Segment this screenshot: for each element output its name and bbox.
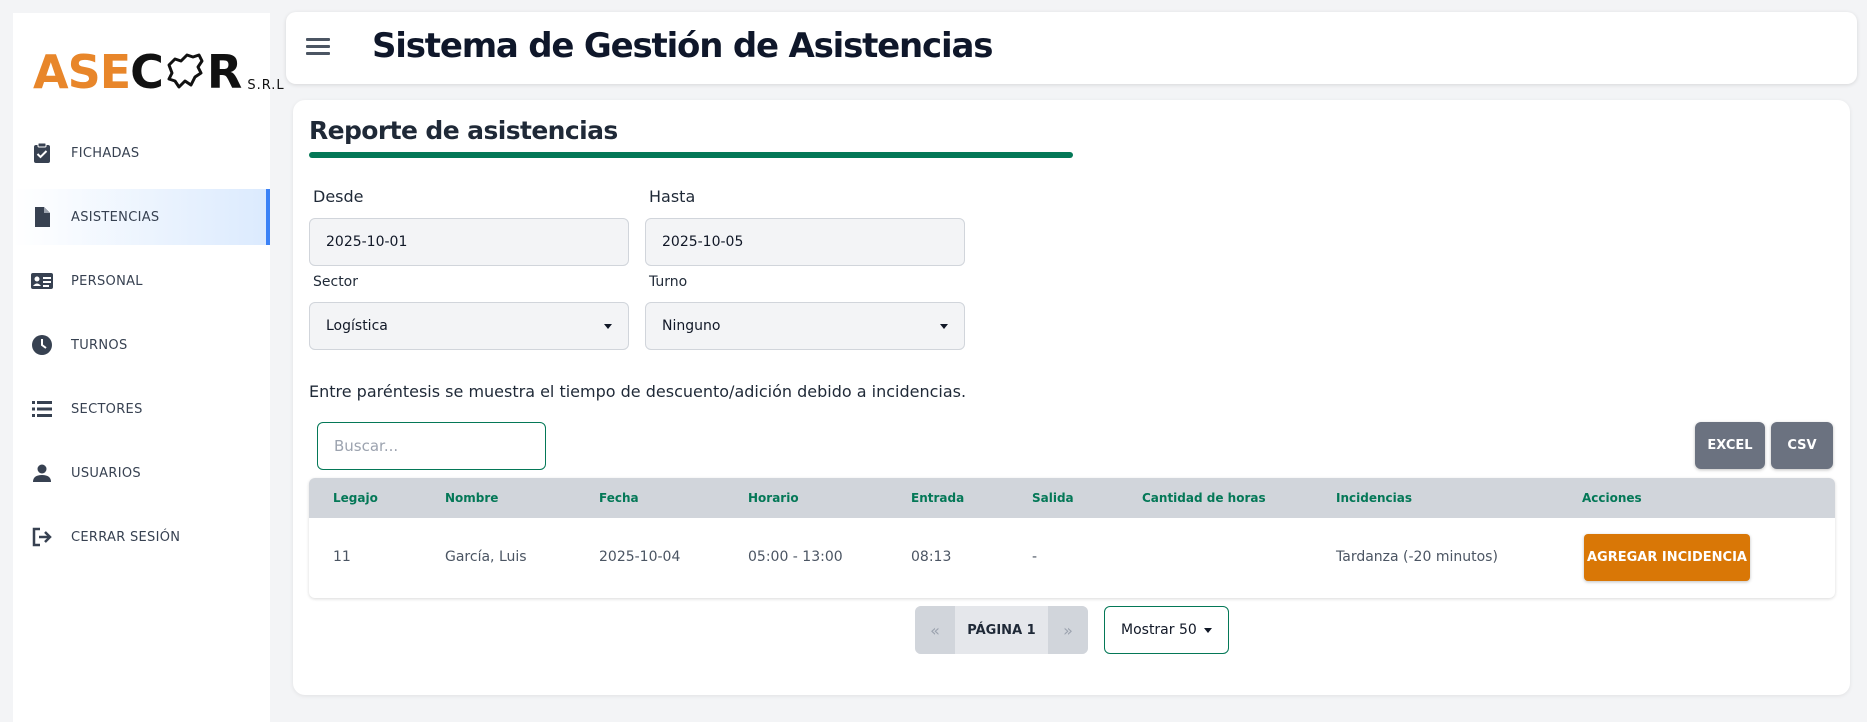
sector-select-value: Logística — [326, 318, 388, 334]
id-card-icon — [30, 269, 54, 293]
sidebar-item-personal[interactable]: PERSONAL — [13, 253, 270, 309]
page-size-select[interactable]: Mostrar 50 — [1104, 606, 1229, 654]
chevron-down-icon — [940, 324, 948, 329]
column-header-salida[interactable]: Salida — [1032, 491, 1074, 505]
logo-suffix: S.R.L — [247, 78, 285, 93]
desde-label: Desde — [313, 187, 364, 206]
sidebar-item-label: TURNOS — [71, 337, 128, 353]
cell-salida: - — [1032, 549, 1038, 565]
column-header-entrada[interactable]: Entrada — [911, 491, 964, 505]
turno-label: Turno — [649, 274, 688, 290]
logo-text-ase: ASE — [33, 45, 131, 99]
person-icon — [30, 461, 54, 485]
cell-nombre: García, Luis — [445, 549, 527, 565]
pagination: « PÁGINA 1 » — [915, 606, 1088, 654]
column-header-fecha[interactable]: Fecha — [599, 491, 639, 505]
logo-text-cor: C R — [130, 45, 242, 99]
column-header-incidencias[interactable]: Incidencias — [1336, 491, 1412, 505]
sidebar-nav: FICHADAS ASISTENCIAS PERSONAL TURNOS SEC… — [13, 125, 270, 573]
top-header: Sistema de Gestión de Asistencias — [286, 12, 1857, 84]
clipboard-check-icon — [30, 141, 54, 165]
add-incidencia-button[interactable]: AGREGAR INCIDENCIA — [1584, 534, 1750, 581]
turno-select[interactable]: Ninguno — [645, 302, 965, 350]
export-csv-button[interactable]: CSV — [1771, 422, 1833, 469]
sidebar-item-label: ASISTENCIAS — [71, 209, 160, 225]
logout-icon — [30, 525, 54, 549]
attendance-table: Legajo Nombre Fecha Horario Entrada Sali… — [309, 478, 1835, 598]
table-header: Legajo Nombre Fecha Horario Entrada Sali… — [309, 478, 1835, 518]
cell-entrada: 08:13 — [911, 549, 952, 565]
page-size-value: Mostrar 50 — [1121, 622, 1197, 638]
map-outline-icon — [167, 53, 204, 89]
sidebar-item-asistencias[interactable]: ASISTENCIAS — [13, 189, 270, 245]
sector-label: Sector — [313, 274, 359, 290]
column-header-nombre[interactable]: Nombre — [445, 491, 498, 505]
column-header-acciones: Acciones — [1582, 491, 1642, 505]
document-icon — [30, 205, 54, 229]
report-title: Reporte de asistencias — [309, 116, 618, 145]
incidencias-info-text: Entre paréntesis se muestra el tiempo de… — [309, 382, 967, 401]
sidebar-item-cerrar-sesion[interactable]: CERRAR SESIÓN — [13, 509, 270, 565]
cell-fecha: 2025-10-04 — [599, 549, 681, 565]
search-input[interactable] — [317, 422, 546, 470]
page-indicator: PÁGINA 1 — [967, 622, 1036, 638]
cell-incidencias: Tardanza (-20 minutos) — [1336, 549, 1498, 565]
company-logo: ASE C R S.R.L — [33, 35, 285, 95]
column-header-horario[interactable]: Horario — [748, 491, 799, 505]
column-header-cantidad-horas[interactable]: Cantidad de horas — [1142, 491, 1266, 505]
clock-icon — [30, 333, 54, 357]
sidebar-item-turnos[interactable]: TURNOS — [13, 317, 270, 373]
hasta-label: Hasta — [649, 187, 696, 206]
list-icon — [30, 397, 54, 421]
sector-select[interactable]: Logística — [309, 302, 629, 350]
logo-text-c: C — [130, 45, 164, 99]
sidebar-item-label: CERRAR SESIÓN — [71, 529, 181, 545]
title-underline — [309, 152, 1073, 158]
cell-horario: 05:00 - 13:00 — [748, 549, 843, 565]
sidebar-item-label: SECTORES — [71, 401, 143, 417]
turno-select-value: Ninguno — [662, 318, 721, 334]
export-excel-button[interactable]: EXCEL — [1695, 422, 1765, 469]
logo-text-r: R — [206, 45, 242, 99]
sidebar-item-label: PERSONAL — [71, 273, 143, 289]
sidebar: ASE C R S.R.L FICHADAS ASISTENCIAS PERSO… — [13, 13, 284, 722]
prev-page-button[interactable]: « — [915, 606, 955, 654]
page-title: Sistema de Gestión de Asistencias — [372, 26, 993, 66]
next-page-button[interactable]: » — [1048, 606, 1088, 654]
sidebar-item-usuarios[interactable]: USUARIOS — [13, 445, 270, 501]
cell-legajo: 11 — [333, 549, 351, 565]
sidebar-item-sectores[interactable]: SECTORES — [13, 381, 270, 437]
report-card: Reporte de asistencias Desde 2025-10-01 … — [293, 100, 1850, 695]
hamburger-menu-icon[interactable] — [306, 38, 330, 58]
column-header-legajo[interactable]: Legajo — [333, 491, 378, 505]
hasta-date-input[interactable]: 2025-10-05 — [645, 218, 965, 266]
sidebar-item-label: USUARIOS — [71, 465, 141, 481]
desde-date-input[interactable]: 2025-10-01 — [309, 218, 629, 266]
chevron-down-icon — [604, 324, 612, 329]
sidebar-item-label: FICHADAS — [71, 145, 140, 161]
chevron-down-icon — [1204, 628, 1212, 633]
sidebar-item-fichadas[interactable]: FICHADAS — [13, 125, 270, 181]
